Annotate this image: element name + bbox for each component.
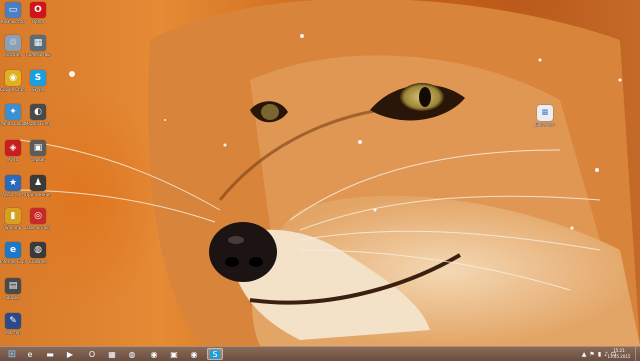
chrome-icon: ◉ [190, 349, 198, 359]
document-icon: ≡ [537, 105, 553, 121]
app-icon: ▣ [170, 349, 178, 359]
taskbar-ie-button[interactable]: e [22, 348, 38, 360]
tray-icon[interactable]: ⚑ [589, 351, 594, 358]
desktop-icon-label: Avira [7, 157, 19, 162]
computer-icon: ▭ [5, 2, 21, 18]
desktop-icon[interactable]: ★ Ассистент [0, 175, 26, 197]
app-icon: ◉ [150, 349, 158, 359]
desktop-icon[interactable]: eInternet Explorer [0, 242, 26, 264]
video-icon: ▤ [5, 278, 21, 294]
desktop-icon-label: Daemon Tools [25, 225, 51, 230]
desktop-icon-label: Winamp [4, 225, 22, 230]
desktop-icon-label: Мастер [5, 330, 21, 335]
ie-icon: e [27, 349, 33, 359]
taskbar-start-button[interactable]: ⊞ [4, 348, 20, 360]
tray-icon[interactable]: ▲ [582, 351, 587, 358]
desktop-icon[interactable]: ◎ Daemon Tools [25, 208, 51, 230]
game-icon: ▦ [30, 35, 46, 51]
desktop-icon[interactable]: ◍ CCleaner [25, 242, 51, 264]
desktop-icon-label: CCleaner [28, 259, 48, 264]
desktop-icon[interactable]: ♟ Приложения [25, 175, 51, 197]
desktop-icon[interactable]: ▮ Winamp [0, 208, 26, 230]
desktop-icon[interactable]: ◉Google Chrome [0, 70, 26, 92]
desktop-icon-label: Mozilla Firefox [25, 121, 51, 126]
assistant-icon: ★ [5, 175, 21, 191]
desktop-wallpaper [0, 0, 640, 346]
desktop-icon-label: Skype [31, 87, 45, 92]
recycle-bin-icon: ♲ [5, 35, 21, 51]
folder-icon: ▬ [46, 349, 54, 359]
desktop-icon[interactable]: ◈ Avira [0, 140, 26, 162]
desktop-icon-label: Поле битвы [25, 52, 51, 57]
desktop-icon[interactable]: ◐ Mozilla Firefox [25, 104, 51, 126]
desktop-icon[interactable]: ♲ Корзина [0, 35, 26, 57]
desktop-icon-label: Opera [31, 19, 45, 24]
skype-icon: S [30, 70, 46, 86]
desktop-icon[interactable]: ✦ Panda Cloud [0, 104, 26, 126]
desktop-icon[interactable]: ✎ Мастер [0, 313, 26, 335]
desktop-icon-label: Документ [534, 122, 556, 127]
desktop-icon-label: Panda Cloud [0, 121, 26, 126]
desktop-icon[interactable]: S Skype [25, 70, 51, 92]
desktop-icon-label: Видео [6, 295, 20, 300]
skype-icon: S [210, 349, 220, 359]
show-desktop-button[interactable] [635, 347, 640, 361]
desktop-icon-label: Ассистент [2, 192, 24, 197]
panda-icon: ✦ [5, 104, 21, 120]
clock-date: 13.05.2015 [607, 354, 631, 359]
taskbar-app3-button[interactable]: ▣ [166, 348, 182, 360]
taskbar-chrome-button[interactable]: ◉ [186, 348, 202, 360]
desktop-icon[interactable]: O Opera [25, 2, 51, 24]
app-icon: ▦ [108, 349, 116, 359]
taskbar-opera-button[interactable]: O [84, 348, 100, 360]
desktop-icon-label: Сервис [30, 157, 46, 162]
ie-icon: e [5, 242, 21, 258]
ccleaner-icon: ◍ [128, 349, 136, 359]
opera-icon: O [88, 349, 96, 359]
desktop-icon-label: Компьютер [1, 19, 25, 24]
taskbar-clock[interactable]: 15:21 13.05.2015 [604, 348, 634, 360]
desktop-icon[interactable]: ▦ Поле битвы [25, 35, 51, 57]
desktop-icon-label: Internet Explorer [0, 259, 26, 264]
winamp-icon: ▮ [5, 208, 21, 224]
apps-icon: ♟ [30, 175, 46, 191]
avira-icon: ◈ [5, 140, 21, 156]
desktop-icon-label: Приложения [25, 192, 51, 197]
firefox-icon: ◐ [30, 104, 46, 120]
taskbar-explorer-button[interactable]: ▬ [42, 348, 58, 360]
taskbar: ⊞e▬▶O▦◍◉▣◉▥S ▲⚑▮♪⊡ 15:21 13.05.2015 [0, 346, 640, 361]
tray-icon[interactable]: ▮ [598, 351, 601, 358]
taskbar-ccleaner-button[interactable]: ◍ [124, 348, 140, 360]
service-icon: ▣ [30, 140, 46, 156]
opera-icon: O [30, 2, 46, 18]
taskbar-app2-button[interactable]: ◉ [146, 348, 162, 360]
fox-wallpaper-image [9, 0, 640, 346]
desktop-icon-label: Корзина [4, 52, 22, 57]
desktop-icon[interactable]: ≡ Документ [532, 105, 558, 127]
desktop-icon[interactable]: ▤ Видео [0, 278, 26, 300]
windows-start-icon: ⊞ [7, 348, 17, 360]
desktop-icon[interactable]: ▭ Компьютер [0, 2, 26, 24]
desktop-icon[interactable]: ▣ Сервис [25, 140, 51, 162]
media-player-icon: ▶ [66, 349, 74, 359]
ccleaner-icon: ◍ [30, 242, 46, 258]
desktop-icon-label: Google Chrome [0, 87, 26, 92]
chrome-icon: ◉ [5, 70, 21, 86]
wizard-icon: ✎ [5, 313, 21, 329]
taskbar-app1-button[interactable]: ▦ [104, 348, 120, 360]
taskbar-media-button[interactable]: ▶ [62, 348, 78, 360]
daemon-icon: ◎ [30, 208, 46, 224]
taskbar-skype-button[interactable]: S [207, 348, 223, 360]
